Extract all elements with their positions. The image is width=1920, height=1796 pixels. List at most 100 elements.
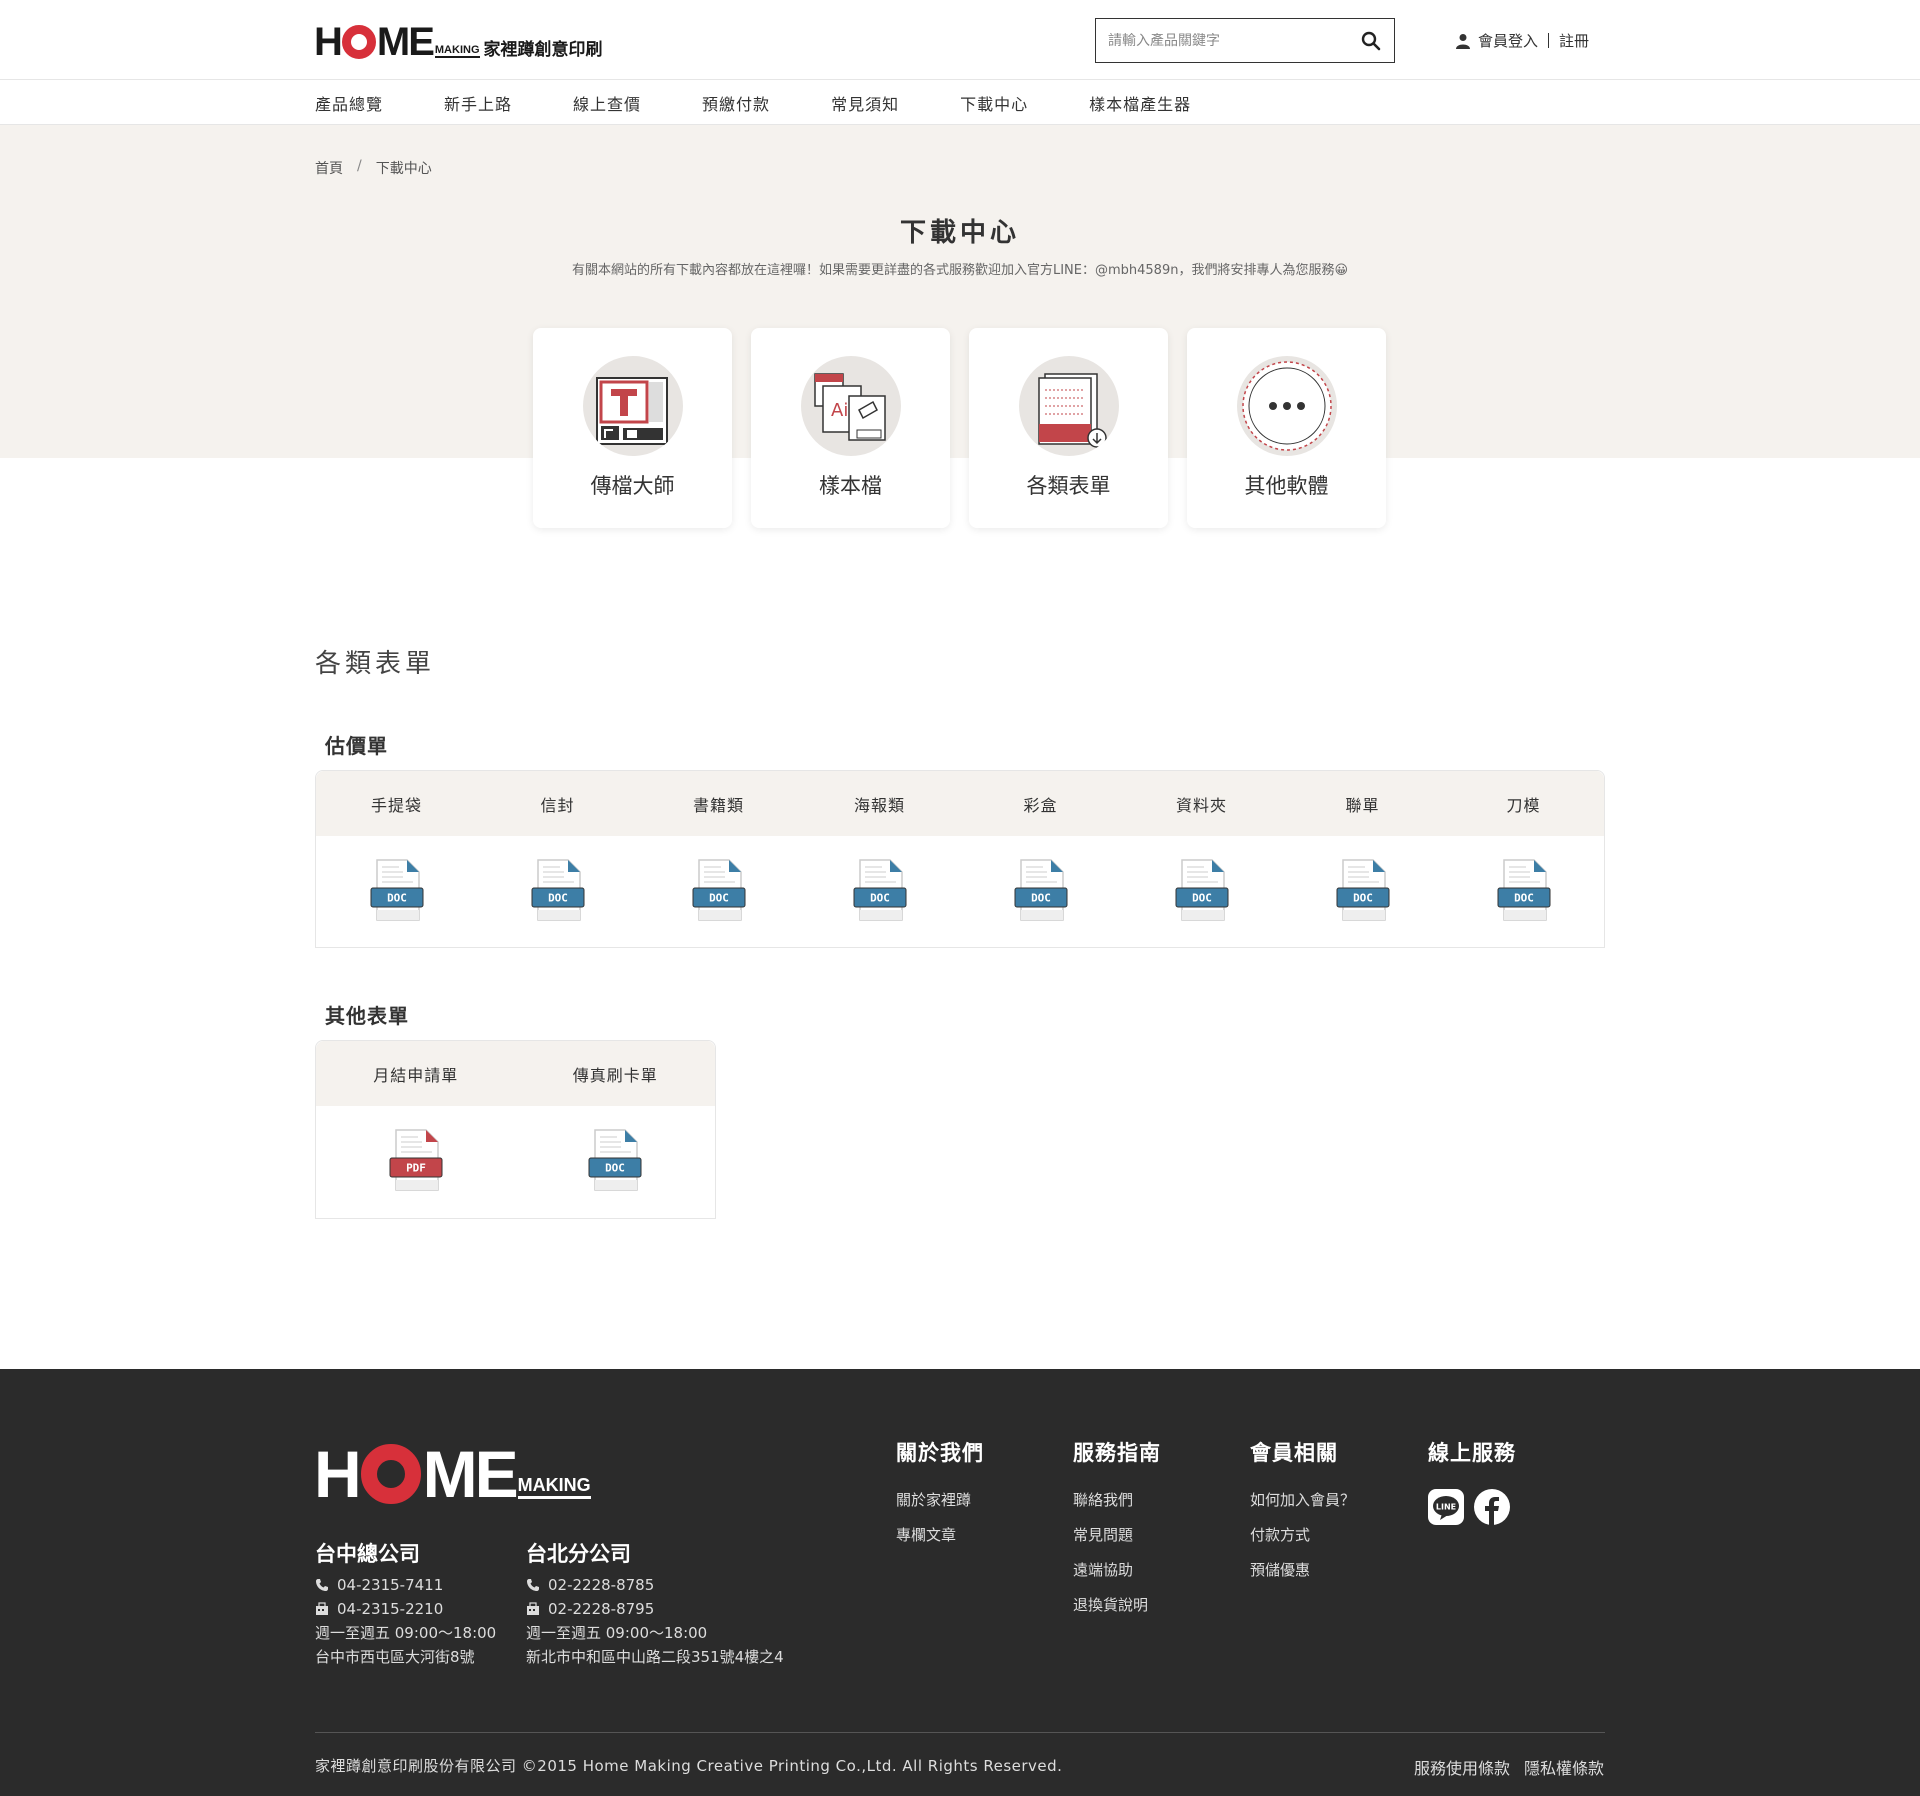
card-forms[interactable]: 各類表單	[969, 328, 1168, 528]
breadcrumb-home[interactable]: 首頁	[315, 158, 343, 178]
card-label: 樣本檔	[819, 474, 882, 498]
footer-col-member: 會員相關 如何加入會員？ 付款方式 預儲優惠	[1250, 1437, 1355, 1594]
category-cards: 傳檔大師 Ai 樣本檔 各類表單 其他軟體	[533, 328, 1405, 528]
transfer-master-icon	[583, 356, 683, 456]
main-nav: 產品總覽 新手上路 線上查價 預繳付款 常見須知 下載中心 樣本檔產生器	[0, 80, 1920, 125]
office-taipei: 台北分公司 02-2228-8785 02-2228-8795 週一至週五 09…	[526, 1539, 784, 1669]
column-header: 彩盒	[1023, 795, 1058, 815]
nav-item-quote[interactable]: 線上查價	[573, 91, 641, 115]
doc-download-icon[interactable]: DOC	[369, 858, 425, 924]
footer-link-returns[interactable]: 退換貨說明	[1073, 1594, 1161, 1615]
user-icon	[1456, 33, 1470, 49]
nav-item-sample-generator[interactable]: 樣本檔產生器	[1089, 91, 1191, 115]
footer-divider	[315, 1732, 1605, 1733]
footer-link-about-us[interactable]: 關於家裡蹲	[896, 1489, 984, 1510]
column-header: 聯單	[1345, 795, 1380, 815]
site-logo[interactable]: H ME MAKING 家裡蹲創意印刷	[314, 22, 603, 62]
svg-text:PDF: PDF	[406, 1162, 426, 1175]
office-title: 台中總公司	[315, 1542, 420, 1566]
footer-link-faq[interactable]: 常見問題	[1073, 1524, 1161, 1545]
other-software-icon	[1237, 356, 1337, 456]
card-other-software[interactable]: 其他軟體	[1187, 328, 1386, 528]
terms-link[interactable]: 服務使用條款	[1414, 1755, 1510, 1779]
table-row: PDF DOC	[316, 1106, 715, 1216]
line-icon[interactable]: LINE	[1428, 1489, 1464, 1525]
office-hours: 週一至週五 09:00～18:00	[526, 1624, 708, 1642]
svg-text:DOC: DOC	[1514, 892, 1534, 905]
office-taichung: 台中總公司 04-2315-7411 04-2315-2210 週一至週五 09…	[315, 1539, 496, 1669]
footer-col-title: 關於我們	[896, 1441, 984, 1465]
search-input[interactable]	[1096, 32, 1348, 49]
facebook-icon[interactable]	[1474, 1489, 1510, 1525]
nav-item-beginner[interactable]: 新手上路	[444, 91, 512, 115]
nav-item-products[interactable]: 產品總覽	[315, 91, 383, 115]
table-row: DOC DOC DOC DOC DOC DOC DOC DOC	[316, 836, 1604, 946]
nav-item-faq[interactable]: 常見須知	[831, 91, 899, 115]
footer-logo-making: MAKING	[517, 1475, 591, 1499]
phone-icon	[527, 1579, 539, 1591]
fax-icon	[316, 1602, 328, 1615]
footer-col-about: 關於我們 關於家裡蹲 專欄文章	[896, 1437, 984, 1559]
doc-download-icon[interactable]: DOC	[691, 858, 747, 924]
page-description: 有關本網站的所有下載內容都放在這裡囉！如果需要更詳盡的各式服務歡迎加入官方LIN…	[571, 263, 1349, 278]
doc-download-icon[interactable]: DOC	[1335, 858, 1391, 924]
footer-link-contact[interactable]: 聯絡我們	[1073, 1489, 1161, 1510]
fax-icon	[527, 1602, 539, 1615]
svg-text:DOC: DOC	[1031, 892, 1051, 905]
card-label: 各類表單	[1026, 474, 1111, 498]
phone-icon	[316, 1579, 328, 1591]
doc-download-icon[interactable]: DOC	[1496, 858, 1552, 924]
doc-download-icon[interactable]: DOC	[1013, 858, 1069, 924]
card-sample-file[interactable]: Ai 樣本檔	[751, 328, 950, 528]
office-hours: 週一至週五 09:00～18:00	[315, 1624, 497, 1642]
breadcrumb: 首頁 / 下載中心	[315, 158, 432, 178]
svg-text:DOC: DOC	[1353, 892, 1373, 905]
register-link[interactable]: 註冊	[1559, 30, 1589, 51]
search-button[interactable]	[1348, 19, 1394, 62]
doc-download-icon[interactable]: DOC	[530, 858, 586, 924]
card-transfer-master[interactable]: 傳檔大師	[533, 328, 732, 528]
sample-file-icon: Ai	[801, 356, 901, 456]
breadcrumb-current: 下載中心	[375, 161, 432, 177]
office-phone: 02-2228-8785	[548, 1576, 655, 1594]
svg-text:DOC: DOC	[870, 892, 890, 905]
svg-text:DOC: DOC	[1192, 892, 1212, 905]
doc-download-icon[interactable]: DOC	[587, 1128, 643, 1194]
svg-text:DOC: DOC	[605, 1162, 625, 1175]
doc-download-icon[interactable]: DOC	[852, 858, 908, 924]
svg-text:DOC: DOC	[709, 892, 729, 905]
column-header: 手提袋	[370, 795, 422, 815]
quote-forms-table: 手提袋 信封 書籍類 海報類 彩盒 資料夾 聯單 刀模 DOC DOC DOC …	[315, 770, 1605, 948]
column-header: 書籍類	[692, 795, 744, 815]
office-phone: 04-2315-7411	[337, 1576, 444, 1594]
doc-download-icon[interactable]: DOC	[1174, 858, 1230, 924]
card-label: 傳檔大師	[590, 474, 675, 498]
site-footer: H ME MAKING 台中總公司 04-2315-7411 04-2315-22…	[0, 1369, 1920, 1796]
footer-link-join[interactable]: 如何加入會員？	[1250, 1489, 1355, 1510]
footer-link-payment[interactable]: 付款方式	[1250, 1524, 1355, 1545]
login-link[interactable]: 會員登入	[1478, 30, 1538, 51]
office-title: 台北分公司	[526, 1542, 631, 1566]
column-header: 傳真刷卡單	[572, 1065, 658, 1085]
footer-logo[interactable]: H ME MAKING	[314, 1441, 591, 1507]
logo-wordmark: H ME	[314, 20, 435, 64]
footer-col-title: 線上服務	[1428, 1441, 1516, 1465]
column-header: 月結申請單	[373, 1065, 459, 1085]
nav-item-prepay[interactable]: 預繳付款	[702, 91, 770, 115]
section-title: 各類表單	[315, 649, 436, 679]
other-forms-title: 其他表單	[325, 1004, 409, 1028]
logo-making: MAKING	[434, 44, 480, 58]
footer-link-prepaid[interactable]: 預儲優惠	[1250, 1559, 1355, 1580]
nav-item-download[interactable]: 下載中心	[960, 91, 1028, 115]
pdf-download-icon[interactable]: PDF	[388, 1128, 444, 1194]
divider	[1548, 33, 1550, 48]
search-icon	[1361, 31, 1381, 50]
other-forms-table: 月結申請單 傳真刷卡單 PDF DOC	[315, 1040, 716, 1219]
footer-col-title: 服務指南	[1073, 1441, 1161, 1465]
footer-link-remote-help[interactable]: 遠端協助	[1073, 1559, 1161, 1580]
privacy-link[interactable]: 隱私權條款	[1524, 1755, 1604, 1779]
svg-text:Ai: Ai	[831, 400, 848, 421]
footer-link-articles[interactable]: 專欄文章	[896, 1524, 984, 1545]
member-area: 會員登入 註冊	[1456, 30, 1589, 51]
column-header: 資料夾	[1175, 795, 1227, 815]
